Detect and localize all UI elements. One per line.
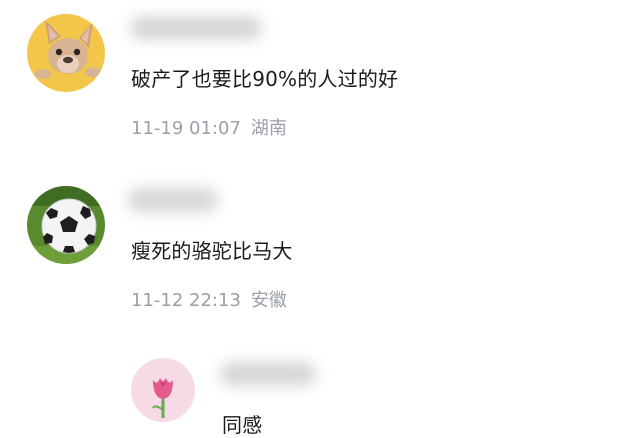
comment-item: 瘦死的骆驼比马大 11-12 22:13 安徽 [0, 170, 640, 340]
comment-text: 同感 [222, 413, 263, 437]
comment-time: 11-12 22:13 [131, 290, 241, 311]
username-blurred[interactable] [130, 16, 262, 40]
username-blurred[interactable] [128, 188, 218, 212]
username-blurred[interactable] [220, 362, 316, 386]
comment-item: 破产了也要比90%的人过的好 11-19 01:07 湖南 [0, 0, 640, 170]
comment-meta: 11-12 22:13 安徽 [131, 286, 287, 312]
french-bulldog-icon [27, 14, 105, 92]
reply-item: 同感 [0, 340, 640, 437]
user-avatar[interactable] [27, 14, 105, 92]
user-avatar[interactable] [131, 358, 195, 422]
comment-text: 破产了也要比90%的人过的好 [131, 67, 399, 91]
user-avatar[interactable] [27, 186, 105, 264]
comment-meta: 11-19 01:07 湖南 [131, 114, 287, 140]
soccer-ball-icon [27, 186, 105, 264]
comment-location: 湖南 [250, 118, 287, 139]
comment-location: 安徽 [250, 290, 287, 311]
tulip-icon [131, 358, 195, 422]
comment-text: 瘦死的骆驼比马大 [131, 239, 293, 263]
comment-time: 11-19 01:07 [131, 118, 241, 139]
